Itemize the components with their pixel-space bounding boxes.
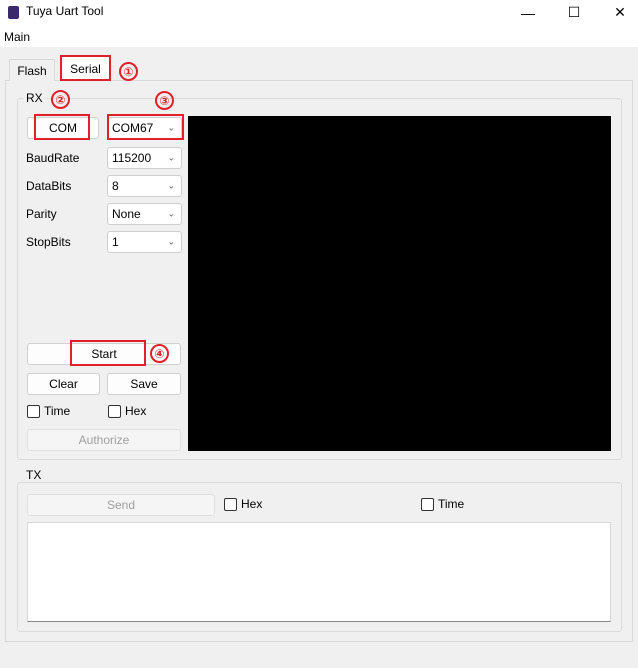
baudrate-value: 115200	[112, 151, 152, 165]
baudrate-select[interactable]: 115200 ⌄	[107, 147, 182, 169]
baudrate-label: BaudRate	[26, 151, 80, 165]
menu-item-main[interactable]: Main	[4, 30, 30, 44]
start-button-highlight	[70, 340, 146, 366]
tx-hex-checkbox[interactable]	[224, 498, 237, 511]
tab-flash[interactable]: Flash	[9, 59, 55, 81]
port-select-highlight	[107, 114, 184, 140]
tx-group-title: TX	[23, 468, 45, 482]
stopbits-select[interactable]: 1 ⌄	[107, 231, 182, 253]
stopbits-value: 1	[112, 235, 119, 249]
authorize-button[interactable]: Authorize	[27, 429, 181, 451]
rx-group-title: RX	[23, 91, 46, 105]
chevron-down-icon: ⌄	[167, 208, 175, 219]
minimize-icon[interactable]: —	[505, 0, 551, 25]
maximize-icon[interactable]: ☐	[551, 0, 597, 25]
rx-hex-label: Hex	[125, 404, 147, 418]
parity-label: Parity	[26, 207, 57, 221]
save-button[interactable]: Save	[107, 373, 181, 395]
chevron-down-icon: ⌄	[167, 152, 175, 163]
chevron-down-icon: ⌄	[167, 180, 175, 191]
rx-hex-checkbox[interactable]	[108, 405, 121, 418]
tuya-app-icon	[8, 6, 19, 19]
databits-value: 8	[112, 179, 119, 193]
com-button-highlight	[34, 114, 90, 140]
marker-2: ②	[51, 90, 70, 109]
marker-3: ③	[155, 91, 174, 110]
clear-button[interactable]: Clear	[27, 373, 100, 395]
close-icon[interactable]: ✕	[597, 0, 638, 25]
serial-tab-highlight	[60, 55, 111, 81]
tx-input-area[interactable]	[27, 522, 611, 622]
marker-1: ①	[119, 62, 138, 81]
parity-select[interactable]: None ⌄	[107, 203, 182, 225]
stopbits-label: StopBits	[26, 235, 71, 249]
rx-time-label: Time	[44, 404, 71, 418]
chevron-down-icon: ⌄	[167, 236, 175, 247]
databits-label: DataBits	[26, 179, 72, 193]
tx-time-label: Time	[438, 497, 465, 511]
tx-hex-label: Hex	[241, 497, 263, 511]
send-button[interactable]: Send	[27, 494, 215, 516]
databits-select[interactable]: 8 ⌄	[107, 175, 182, 197]
rx-time-checkbox[interactable]	[27, 405, 40, 418]
rx-output-display[interactable]	[188, 116, 611, 451]
tx-time-checkbox[interactable]	[421, 498, 434, 511]
menu-bar	[0, 25, 638, 47]
window-title: Tuya Uart Tool	[26, 4, 104, 18]
marker-4: ④	[150, 344, 169, 363]
parity-value: None	[112, 207, 141, 221]
